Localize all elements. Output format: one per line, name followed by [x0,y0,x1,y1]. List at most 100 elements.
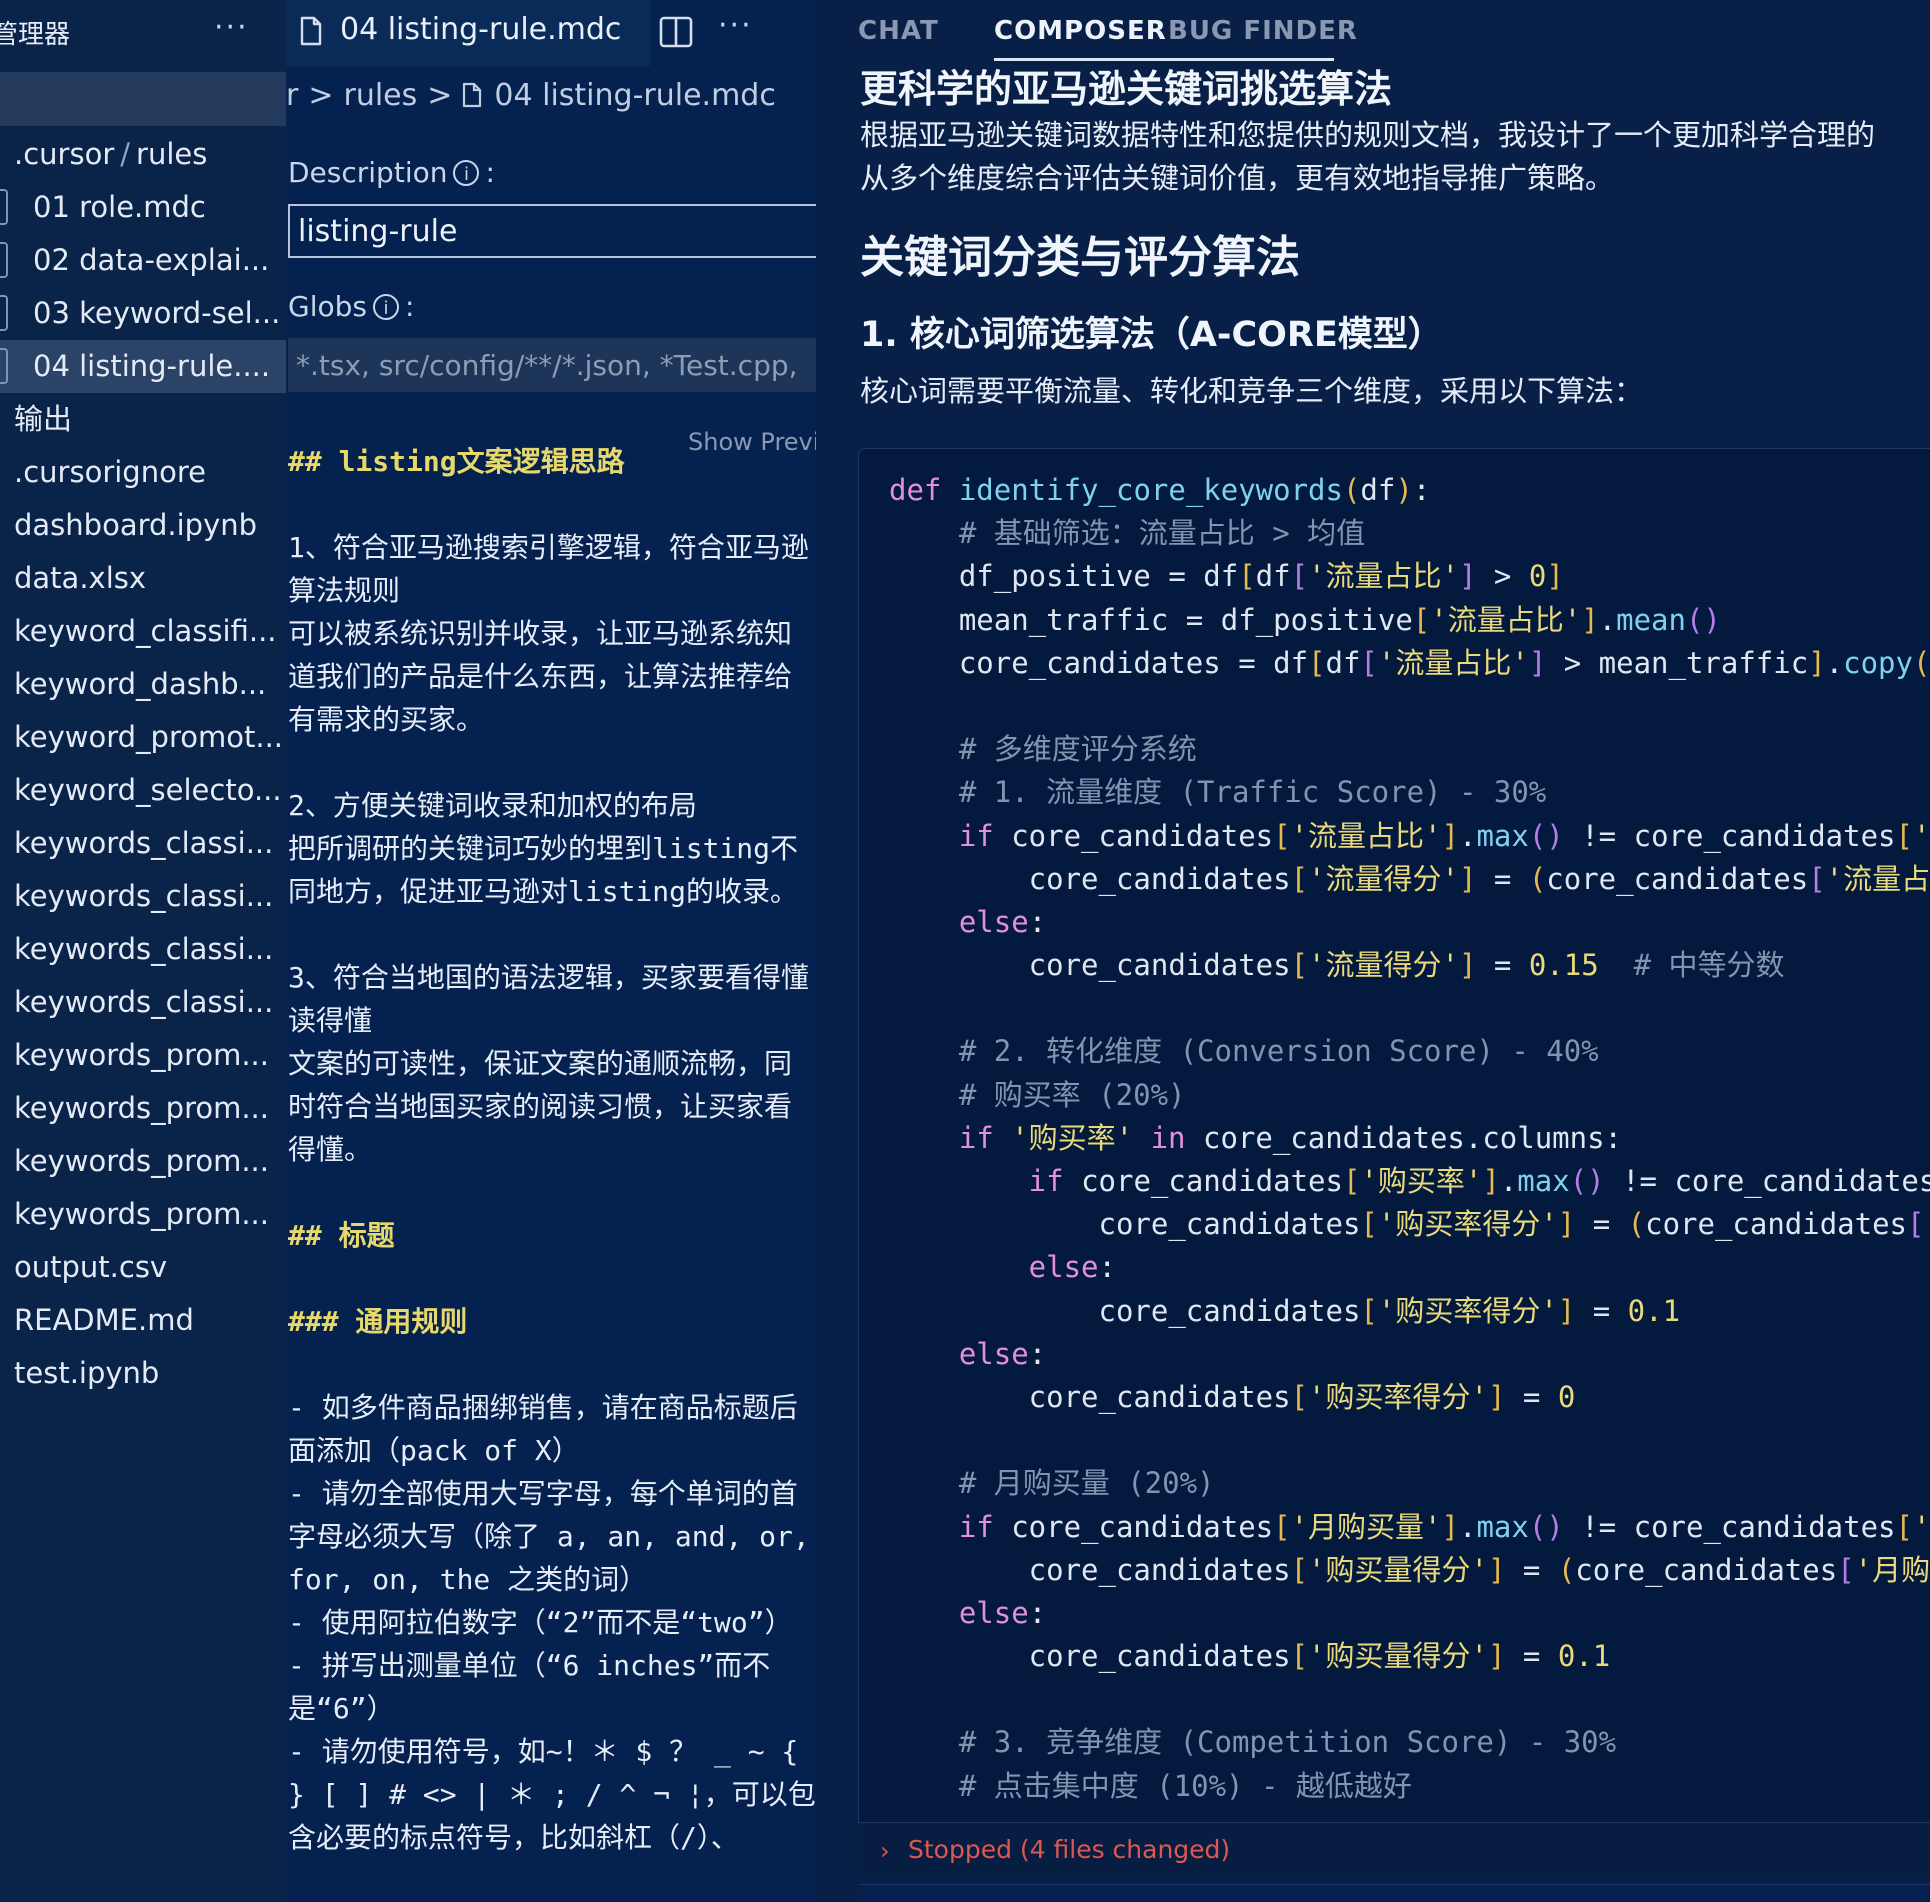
tree-item-label: keyword_promot... [14,720,284,754]
file-tree: .cursor / rules 01 role.mdc 02 data-explai..… [0,128,286,1400]
tree-file[interactable]: keyword_selecto... [0,764,286,817]
code-line: # 2. 转化维度 (Conversion Score) - 40% [889,1030,1930,1073]
markdown-paragraph: 可以被系统识别并收录，让亚马逊系统知道我们的产品是什么东西，让算法推荐给有需求的… [288,617,793,736]
code-token: = [1575,1293,1628,1328]
code-token: # 中等分数 [1598,948,1785,983]
code-token: > [1476,559,1529,594]
tree-item-label: 01 role.mdc [33,190,206,224]
message-subheading: 1. 核心词筛选算法（A-CORE模型） [860,315,1443,355]
code-token: ( [1528,861,1547,896]
code-token: '购买量得分' [1308,1639,1488,1674]
code-token: () [1528,1509,1564,1544]
code-line: else: [889,901,1930,944]
code-token: = [1476,861,1529,896]
description-input[interactable] [288,204,816,258]
rule-content[interactable]: ## listing文案逻辑思路 1、符合亚马逊搜索引擎逻辑，符合亚马逊算法规则可… [288,440,816,1859]
message-paragraph: 从多个维度综合评估关键词价值，更有效地指导推广策略。 [860,161,1615,195]
code-line: # 3. 竞争维度 (Competition Score) - 30% [889,1721,1930,1764]
code-token: '流量得分' [1308,861,1459,896]
show-preview-button[interactable]: Show Previ [688,428,816,456]
breadcrumb-item[interactable]: r [286,78,298,113]
globs-input[interactable] [288,338,816,392]
code-token: core_candidates [1011,818,1274,853]
code-line: else: [889,1246,1930,1289]
breadcrumb-separator: > [308,78,334,113]
markdown-paragraph: 3、符合当地国的语法逻辑，买家要看得懂读得懂 [288,961,809,1037]
tree-file[interactable]: keywords_prom... [0,1082,286,1135]
code-token: 0.1 [1627,1293,1681,1328]
code-token: () [1528,818,1564,853]
tree-file[interactable]: dashboard.ipynb [0,499,286,552]
editor-more-button[interactable]: ··· [718,8,753,43]
tree-item-label: .cursor [14,137,115,171]
tree-file[interactable]: data.xlsx [0,552,286,605]
tree-file[interactable]: keyword_classifi... [0,605,286,658]
code-token: core_candidates = df [889,645,1309,680]
explorer-filter-bar[interactable] [0,72,286,126]
tree-file[interactable]: output.csv [0,1241,286,1294]
tree-file[interactable]: 02 data-explai... [0,234,286,287]
tree-item-label: keywords_prom... [14,1038,269,1072]
tree-file[interactable]: keywords_classi... [0,923,286,976]
tree-file[interactable]: keyword_dashb... [0,658,286,711]
code-token: [ [1290,861,1309,896]
tree-item-label: keyword_selecto... [14,773,282,807]
tree-item-label: 输出 [14,402,73,436]
info-icon[interactable]: i [372,294,399,320]
tree-file[interactable]: 输出 [0,393,286,446]
split-editor-icon[interactable] [658,14,694,50]
code-token: [ [1290,948,1309,983]
tree-file[interactable]: 03 keyword-sel... [0,287,286,340]
tree-file[interactable]: keyword_promot... [0,711,286,764]
editor-tab-active[interactable]: 04 listing-rule.mdc [286,0,650,66]
code-token: [ [1290,1639,1309,1674]
breadcrumb-item[interactable]: rules [343,78,417,113]
code-token: '流量占比' [1308,559,1459,594]
breadcrumb-item[interactable]: 04 listing-rule.mdc [494,78,775,113]
code-token: copy [1843,645,1913,680]
info-icon[interactable]: i [453,160,480,186]
tree-file[interactable]: keywords_prom... [0,1029,286,1082]
tree-file[interactable]: keywords_prom... [0,1135,286,1188]
tab-chat[interactable]: CHAT [858,16,939,46]
explorer-more-button[interactable]: ··· [214,10,249,45]
code-token: core_candidates [1011,1509,1274,1544]
tree-file[interactable]: keywords_classi... [0,817,286,870]
tree-file[interactable]: keywords_classi... [0,870,286,923]
composer-status-bar[interactable]: › Stopped (4 files changed) [858,1822,1930,1879]
tab-composer[interactable]: COMPOSER [994,16,1167,46]
composer-input-area[interactable] [860,1884,1930,1902]
tree-item-label: README.md [14,1303,194,1337]
code-token: max [1517,1164,1570,1198]
tree-file[interactable]: test.ipynb [0,1347,286,1400]
code-content: def identify_core_keywords(df): # 基础筛选：流… [889,469,1930,1808]
markdown-paragraph: - 使用阿拉伯数字（“2”而不是“two”） [288,1606,793,1639]
code-line: # 月购买量 (20%) [889,1462,1930,1505]
tree-file[interactable]: keywords_prom... [0,1188,286,1241]
message-title: 更科学的亚马逊关键词挑选算法 [860,67,1393,111]
tree-folder[interactable]: .cursor / rules [0,128,286,181]
markdown-paragraph: - 请勿使用符号，如~！＊ $ ？ _ ~ { } [ ] # <> | ＊ ;… [288,1735,816,1854]
code-token: core_candidates [889,1379,1291,1414]
code-token: ] [1487,1639,1506,1674]
tree-file[interactable]: 01 role.mdc [0,181,286,234]
code-block[interactable]: def identify_core_keywords(df): # 基础筛选：流… [858,448,1930,1830]
tree-file[interactable]: README.md [0,1294,286,1347]
code-line: if core_candidates['流量占比'].max() != core… [889,815,1930,858]
code-token: 0 [1528,559,1547,594]
tree-file[interactable]: keywords_classi... [0,976,286,1029]
tree-indent-guide [0,295,8,331]
code-token: ] [1487,1552,1506,1587]
tree-file[interactable]: .cursorignore [0,446,286,499]
tree-file[interactable]: 04 listing-rule.... [0,340,286,393]
code-token: . [1499,1164,1518,1198]
code-token: ] [1441,818,1459,853]
tab-bug-finder[interactable]: BUG FINDER [1168,16,1358,46]
tree-item-label: keywords_prom... [14,1197,269,1231]
code-token: : [1412,473,1431,507]
code-token: = [1575,1207,1628,1242]
